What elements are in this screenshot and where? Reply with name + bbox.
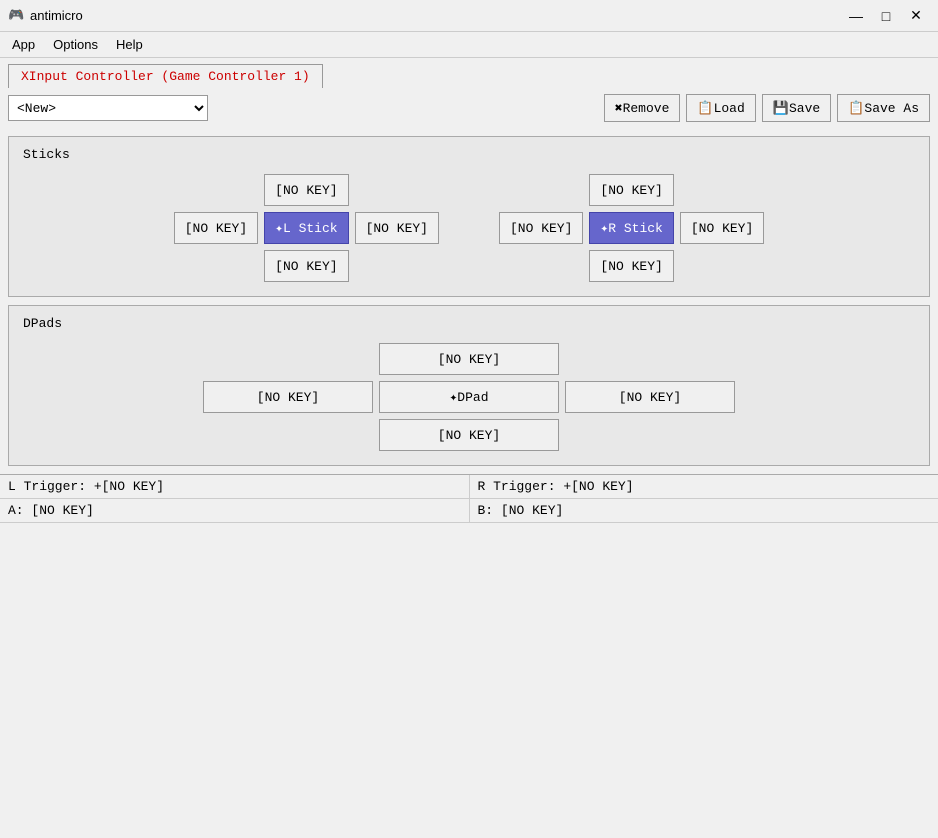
right-stick-empty-bl	[536, 261, 546, 271]
dpad-center[interactable]: ✦DPad	[379, 381, 559, 413]
dpad-empty-tr	[645, 354, 655, 364]
title-bar-controls: — □ ✕	[842, 4, 930, 28]
sticks-label: Sticks	[23, 147, 915, 162]
left-stick-right[interactable]: [NO KEY]	[355, 212, 439, 244]
right-stick-left[interactable]: [NO KEY]	[499, 212, 583, 244]
bottom-row-ab: A: [NO KEY] B: [NO KEY]	[0, 499, 938, 523]
right-stick-right[interactable]: [NO KEY]	[680, 212, 764, 244]
toolbar: <New> ✖Remove 📋Load 💾Save 📋Save As	[0, 88, 938, 128]
r-trigger-cell[interactable]: R Trigger: +[NO KEY]	[470, 475, 938, 498]
right-stick-center[interactable]: ✦R Stick	[589, 212, 673, 244]
sticks-panel: Sticks [NO KEY] [NO KEY] ✦L Stick [NO KE…	[8, 136, 930, 297]
dpad-up[interactable]: [NO KEY]	[379, 343, 559, 375]
title-bar-left: 🎮 antimicro	[8, 8, 83, 24]
a-button-cell[interactable]: A: [NO KEY]	[0, 499, 470, 522]
dpad-group: [NO KEY] [NO KEY] ✦DPad [NO KEY] [NO KEY…	[203, 343, 735, 451]
dpads-grid: [NO KEY] [NO KEY] ✦DPad [NO KEY] [NO KEY…	[23, 343, 915, 451]
dpad-empty-tl	[283, 354, 293, 364]
right-stick-empty-br	[717, 261, 727, 271]
app-icon: 🎮	[8, 8, 24, 24]
l-trigger-cell[interactable]: L Trigger: +[NO KEY]	[0, 475, 470, 498]
left-stick-down[interactable]: [NO KEY]	[264, 250, 348, 282]
right-stick-empty-tl	[536, 185, 546, 195]
sticks-grid: [NO KEY] [NO KEY] ✦L Stick [NO KEY] [NO …	[23, 174, 915, 282]
left-stick-empty-tl	[211, 185, 221, 195]
save-button[interactable]: 💾Save	[762, 94, 831, 122]
right-stick-empty-tr	[717, 185, 727, 195]
left-stick-up[interactable]: [NO KEY]	[264, 174, 348, 206]
b-button-cell[interactable]: B: [NO KEY]	[470, 499, 938, 522]
bottom-row-triggers: L Trigger: +[NO KEY] R Trigger: +[NO KEY…	[0, 475, 938, 499]
load-button[interactable]: 📋Load	[686, 94, 755, 122]
bottom-bar: L Trigger: +[NO KEY] R Trigger: +[NO KEY…	[0, 474, 938, 523]
right-stick-group: [NO KEY] [NO KEY] ✦R Stick [NO KEY] [NO …	[499, 174, 764, 282]
left-stick-empty-tr	[392, 185, 402, 195]
title-bar: 🎮 antimicro — □ ✕	[0, 0, 938, 32]
minimize-button[interactable]: —	[842, 4, 870, 28]
dpad-left[interactable]: [NO KEY]	[203, 381, 373, 413]
main-content: Sticks [NO KEY] [NO KEY] ✦L Stick [NO KE…	[0, 128, 938, 474]
left-stick-group: [NO KEY] [NO KEY] ✦L Stick [NO KEY] [NO …	[174, 174, 439, 282]
left-stick-empty-br	[392, 261, 402, 271]
left-stick-center[interactable]: ✦L Stick	[264, 212, 348, 244]
dpads-label: DPads	[23, 316, 915, 331]
menu-bar: App Options Help	[0, 32, 938, 58]
left-stick-empty-bl	[211, 261, 221, 271]
maximize-button[interactable]: □	[872, 4, 900, 28]
profile-select[interactable]: <New>	[8, 95, 208, 121]
dpad-empty-br	[645, 430, 655, 440]
close-button[interactable]: ✕	[902, 4, 930, 28]
app-title: antimicro	[30, 8, 83, 23]
tab-bar: XInput Controller (Game Controller 1)	[0, 58, 938, 88]
menu-item-options[interactable]: Options	[45, 34, 106, 55]
remove-button[interactable]: ✖Remove	[604, 94, 681, 122]
dpad-right[interactable]: [NO KEY]	[565, 381, 735, 413]
right-stick-down[interactable]: [NO KEY]	[589, 250, 673, 282]
dpad-empty-bl	[283, 430, 293, 440]
menu-item-app[interactable]: App	[4, 34, 43, 55]
menu-item-help[interactable]: Help	[108, 34, 151, 55]
left-stick-left[interactable]: [NO KEY]	[174, 212, 258, 244]
right-stick-up[interactable]: [NO KEY]	[589, 174, 673, 206]
tab-controller1[interactable]: XInput Controller (Game Controller 1)	[8, 64, 323, 88]
save-as-button[interactable]: 📋Save As	[837, 94, 930, 122]
dpads-panel: DPads [NO KEY] [NO KEY] ✦DPad [NO KEY] […	[8, 305, 930, 466]
dpad-down[interactable]: [NO KEY]	[379, 419, 559, 451]
